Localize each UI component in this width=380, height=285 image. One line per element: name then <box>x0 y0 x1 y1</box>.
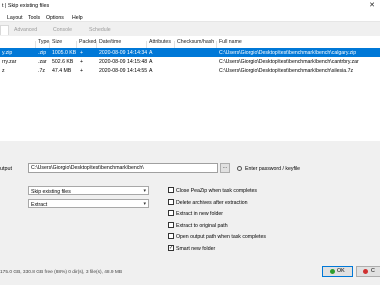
status-text: 175.0 GB, 330.8 GB free (88%) 0 dir(s), … <box>0 270 123 275</box>
column-divider[interactable] <box>49 41 50 48</box>
option-label: Extract to original path <box>176 222 228 229</box>
checkbox[interactable] <box>168 222 174 228</box>
menu-help[interactable]: Help <box>72 15 83 21</box>
tab-schedule[interactable]: Schedule <box>89 27 111 33</box>
option-label: Open output path when task completes <box>176 233 266 240</box>
file-datetime: 2020-08-09 14:14:34 <box>99 50 148 56</box>
enter-password-link[interactable]: Enter password / keyfile <box>237 166 300 172</box>
file-list-header: Type Size Packed Date/time Attributes Ch… <box>0 39 380 48</box>
action-select[interactable]: Extract ▾ <box>28 199 149 208</box>
file-size: 502.6 KB <box>52 59 74 65</box>
file-size: 1005.0 KB <box>52 50 77 56</box>
file-packed: + <box>80 50 84 56</box>
file-type: .7z <box>38 68 45 74</box>
chevron-down-icon: ▾ <box>143 188 146 194</box>
menu-layout[interactable]: Layout <box>7 15 23 21</box>
column-checksum[interactable]: Checksum/hash <box>177 39 214 45</box>
window-title: t | Skip existing files <box>2 3 50 9</box>
column-divider[interactable] <box>174 41 175 48</box>
file-attributes: A <box>149 50 153 56</box>
tab-strip: Advanced Console Schedule <box>0 23 380 35</box>
file-size: 47.4 MB <box>52 68 72 74</box>
file-row[interactable]: rry.zar .zar 502.6 KB + 2020-08-09 14:15… <box>0 57 380 66</box>
option-label: Close PeaZip when task completes <box>176 187 258 194</box>
tab-console[interactable]: Console <box>53 27 72 33</box>
close-icon[interactable]: ✕ <box>364 0 380 12</box>
output-path-field[interactable] <box>28 163 218 173</box>
column-fullname[interactable]: Full name <box>219 39 242 45</box>
output-path-input[interactable] <box>29 164 217 172</box>
checkbox[interactable] <box>168 233 174 239</box>
file-packed: + <box>80 68 84 74</box>
column-datetime[interactable]: Date/time <box>99 39 121 45</box>
check-icon <box>330 269 335 274</box>
action-value: Extract <box>31 201 48 208</box>
file-name: rry.zar <box>2 59 17 65</box>
chevron-down-icon: ▾ <box>143 201 146 207</box>
column-type[interactable]: Type <box>38 39 49 45</box>
key-icon <box>237 166 242 171</box>
file-attributes: A <box>149 59 153 65</box>
file-datetime: 2020-08-09 14:14:55 <box>99 68 148 74</box>
column-attributes[interactable]: Attributes <box>149 39 171 45</box>
browse-button[interactable]: ... <box>220 163 230 173</box>
column-size[interactable]: Size <box>52 39 62 45</box>
column-divider[interactable] <box>35 41 36 48</box>
file-packed: + <box>80 59 84 65</box>
file-type: .zip <box>38 50 47 56</box>
cancel-label: C <box>371 268 375 274</box>
column-divider[interactable] <box>146 41 147 48</box>
ok-button[interactable]: OK <box>322 266 353 277</box>
file-fullname: C:\Users\Giorgio\Desktop\test\benchmark\… <box>219 59 359 65</box>
ok-label: OK <box>337 268 345 274</box>
checkbox[interactable] <box>168 199 174 205</box>
cancel-icon <box>363 269 368 274</box>
checkbox-checked[interactable]: ✓ <box>168 245 174 251</box>
column-packed[interactable]: Packed <box>79 39 96 45</box>
option-label: Delete archives after extraction <box>176 199 248 206</box>
column-divider[interactable] <box>76 41 77 48</box>
overwrite-mode-value: Skip existing files <box>31 188 71 195</box>
menu-tools[interactable]: Tools <box>28 15 40 21</box>
enter-password-label: Enter password / keyfile <box>245 166 301 172</box>
menu-bar: Layout Tools Options Help <box>0 12 380 22</box>
checkbox[interactable] <box>168 210 174 216</box>
file-row[interactable]: y.zip .zip 1005.0 KB + 2020-08-09 14:14:… <box>0 48 380 57</box>
option-label: Smart new folder <box>176 245 216 252</box>
checkbox[interactable] <box>168 187 174 193</box>
file-name: z <box>2 68 5 74</box>
tab-advanced[interactable]: Advanced <box>14 27 37 33</box>
cancel-button[interactable]: C <box>356 266 380 277</box>
title-bar: t | Skip existing files ✕ <box>0 0 380 12</box>
file-attributes: A <box>149 68 153 74</box>
overwrite-mode-select[interactable]: Skip existing files ▾ <box>28 186 149 195</box>
file-fullname: C:\Users\Giorgio\Desktop\test\benchmark\… <box>219 68 354 74</box>
menu-options[interactable]: Options <box>46 15 64 21</box>
column-divider[interactable] <box>216 41 217 48</box>
file-row[interactable]: z .7z 47.4 MB + 2020-08-09 14:14:55 A C:… <box>0 66 380 75</box>
file-datetime: 2020-08-09 14:15:48 <box>99 59 148 65</box>
tab-general[interactable] <box>0 25 9 35</box>
column-divider[interactable] <box>96 41 97 48</box>
file-list[interactable]: Type Size Packed Date/time Attributes Ch… <box>0 36 380 141</box>
option-label: Extract in new folder <box>176 210 223 217</box>
file-fullname: C:\Users\Giorgio\Desktop\test\benchmark\… <box>219 50 357 56</box>
file-name: y.zip <box>2 50 13 56</box>
output-label: utput <box>0 166 12 172</box>
file-type: .zar <box>38 59 47 65</box>
